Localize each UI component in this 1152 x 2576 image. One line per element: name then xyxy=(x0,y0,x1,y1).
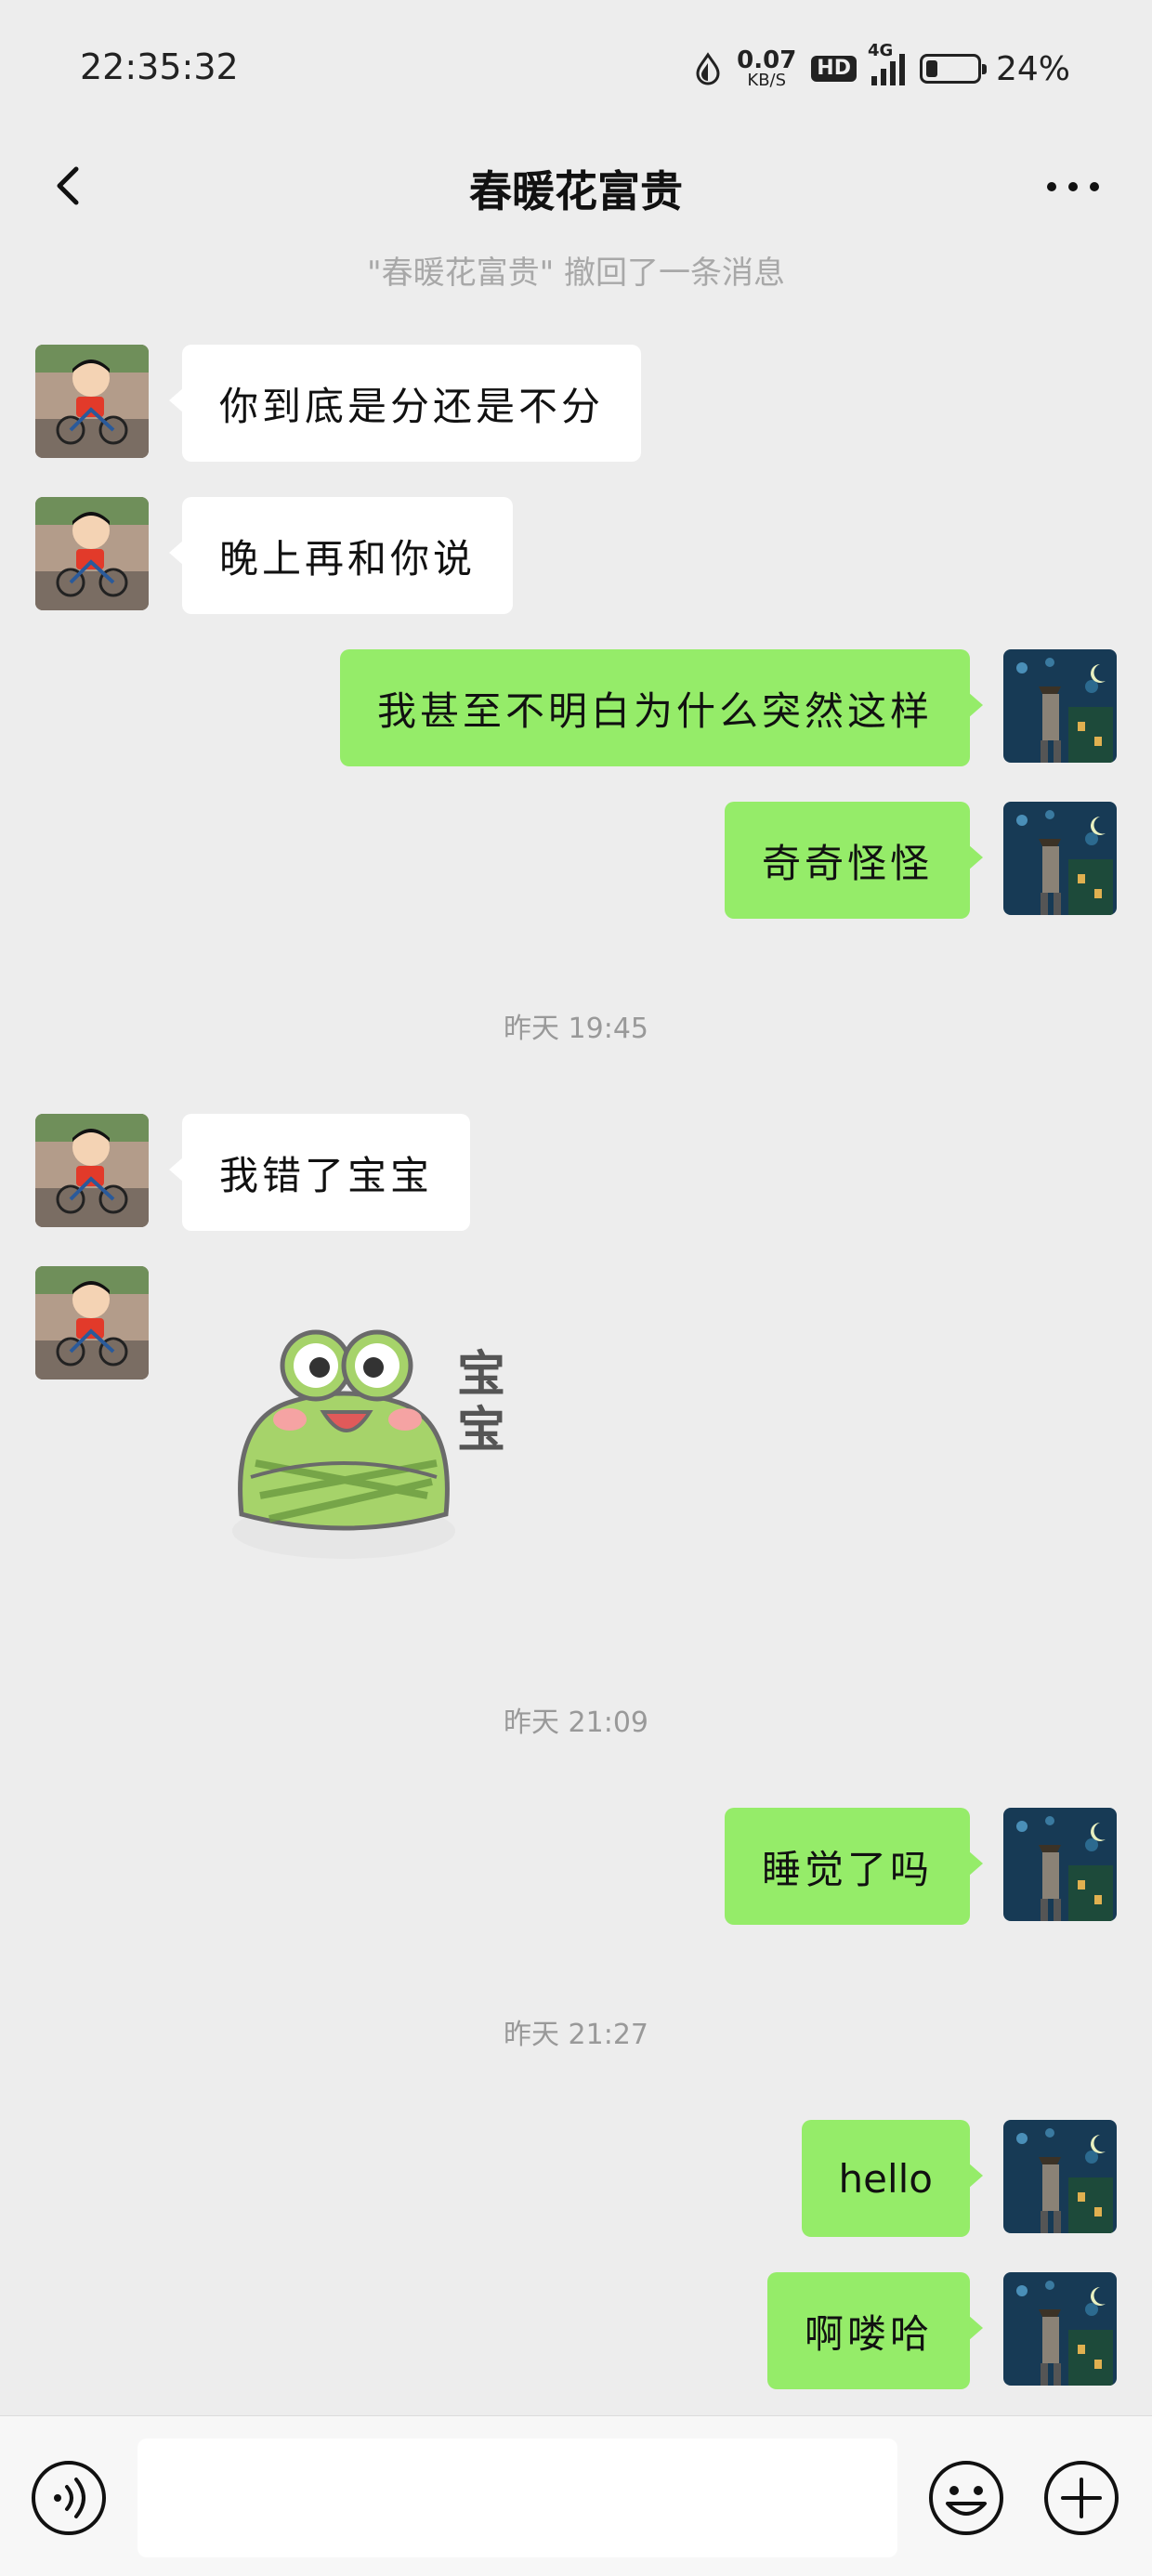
status-time: 22:35:32 xyxy=(80,46,239,87)
net-speed-unit: KB/S xyxy=(747,71,787,90)
sticker-text: 宝宝 xyxy=(457,1347,506,1458)
voice-icon xyxy=(32,2461,106,2535)
status-bar: 22:35:32 0.07 KB/S HD 4G 24% xyxy=(0,0,1152,130)
data-saver-icon xyxy=(696,52,720,85)
battery-icon xyxy=(919,54,987,84)
net-speed-value: 0.07 xyxy=(737,46,797,74)
emoji-button[interactable] xyxy=(925,2457,1007,2539)
my-avatar[interactable] xyxy=(1003,1808,1117,1921)
battery-fill xyxy=(925,60,937,77)
status-icons: 0.07 KB/S HD 4G 24% xyxy=(694,41,1070,95)
chat-header: 春暖花富贵 xyxy=(0,130,1152,242)
my-avatar[interactable] xyxy=(1003,649,1117,763)
voice-button[interactable] xyxy=(28,2457,110,2539)
message-input[interactable] xyxy=(137,2439,897,2557)
contact-avatar[interactable] xyxy=(35,1266,149,1380)
incoming-message[interactable]: 晚上再和你说 xyxy=(168,497,514,614)
my-avatar[interactable] xyxy=(1003,2120,1117,2233)
incoming-message[interactable]: 我错了宝宝 xyxy=(168,1114,471,1231)
hd-badge: HD xyxy=(811,56,857,82)
contact-avatar[interactable] xyxy=(35,345,149,458)
outgoing-message[interactable]: 我甚至不明白为什么突然这样 xyxy=(339,649,984,766)
outgoing-message[interactable]: hello xyxy=(801,2120,983,2237)
emoji-icon xyxy=(929,2461,1003,2535)
frog-sticker[interactable]: 宝宝 xyxy=(214,1310,539,1570)
more-dots-icon xyxy=(1047,182,1099,191)
outgoing-message[interactable]: 睡觉了吗 xyxy=(724,1808,984,1925)
recall-notice: "春暖花富贵" 撤回了一条消息 xyxy=(366,255,786,292)
more-functions-button[interactable] xyxy=(1041,2457,1122,2539)
incoming-message[interactable]: 你到底是分还是不分 xyxy=(168,345,642,462)
my-avatar[interactable] xyxy=(1003,2272,1117,2386)
my-avatar[interactable] xyxy=(1003,802,1117,915)
chat-title: 春暖花富贵 xyxy=(469,166,683,216)
signal-icon: 4G xyxy=(868,41,905,85)
outgoing-message[interactable]: 奇奇怪怪 xyxy=(724,802,984,919)
net-speed: 0.07 KB/S xyxy=(737,48,796,89)
outgoing-message[interactable]: 啊喽哈 xyxy=(766,2272,984,2389)
contact-avatar[interactable] xyxy=(35,1114,149,1227)
network-type: 4G xyxy=(867,41,894,60)
time-divider: 昨天 19:45 xyxy=(504,1013,648,1045)
time-divider: 昨天 21:09 xyxy=(504,1706,648,1739)
time-divider: 昨天 21:27 xyxy=(504,2019,648,2051)
plus-icon xyxy=(1044,2461,1119,2535)
contact-avatar[interactable] xyxy=(35,497,149,610)
input-bar xyxy=(0,2415,1152,2576)
battery-text: 24% xyxy=(995,49,1070,88)
more-button[interactable] xyxy=(1041,163,1106,210)
